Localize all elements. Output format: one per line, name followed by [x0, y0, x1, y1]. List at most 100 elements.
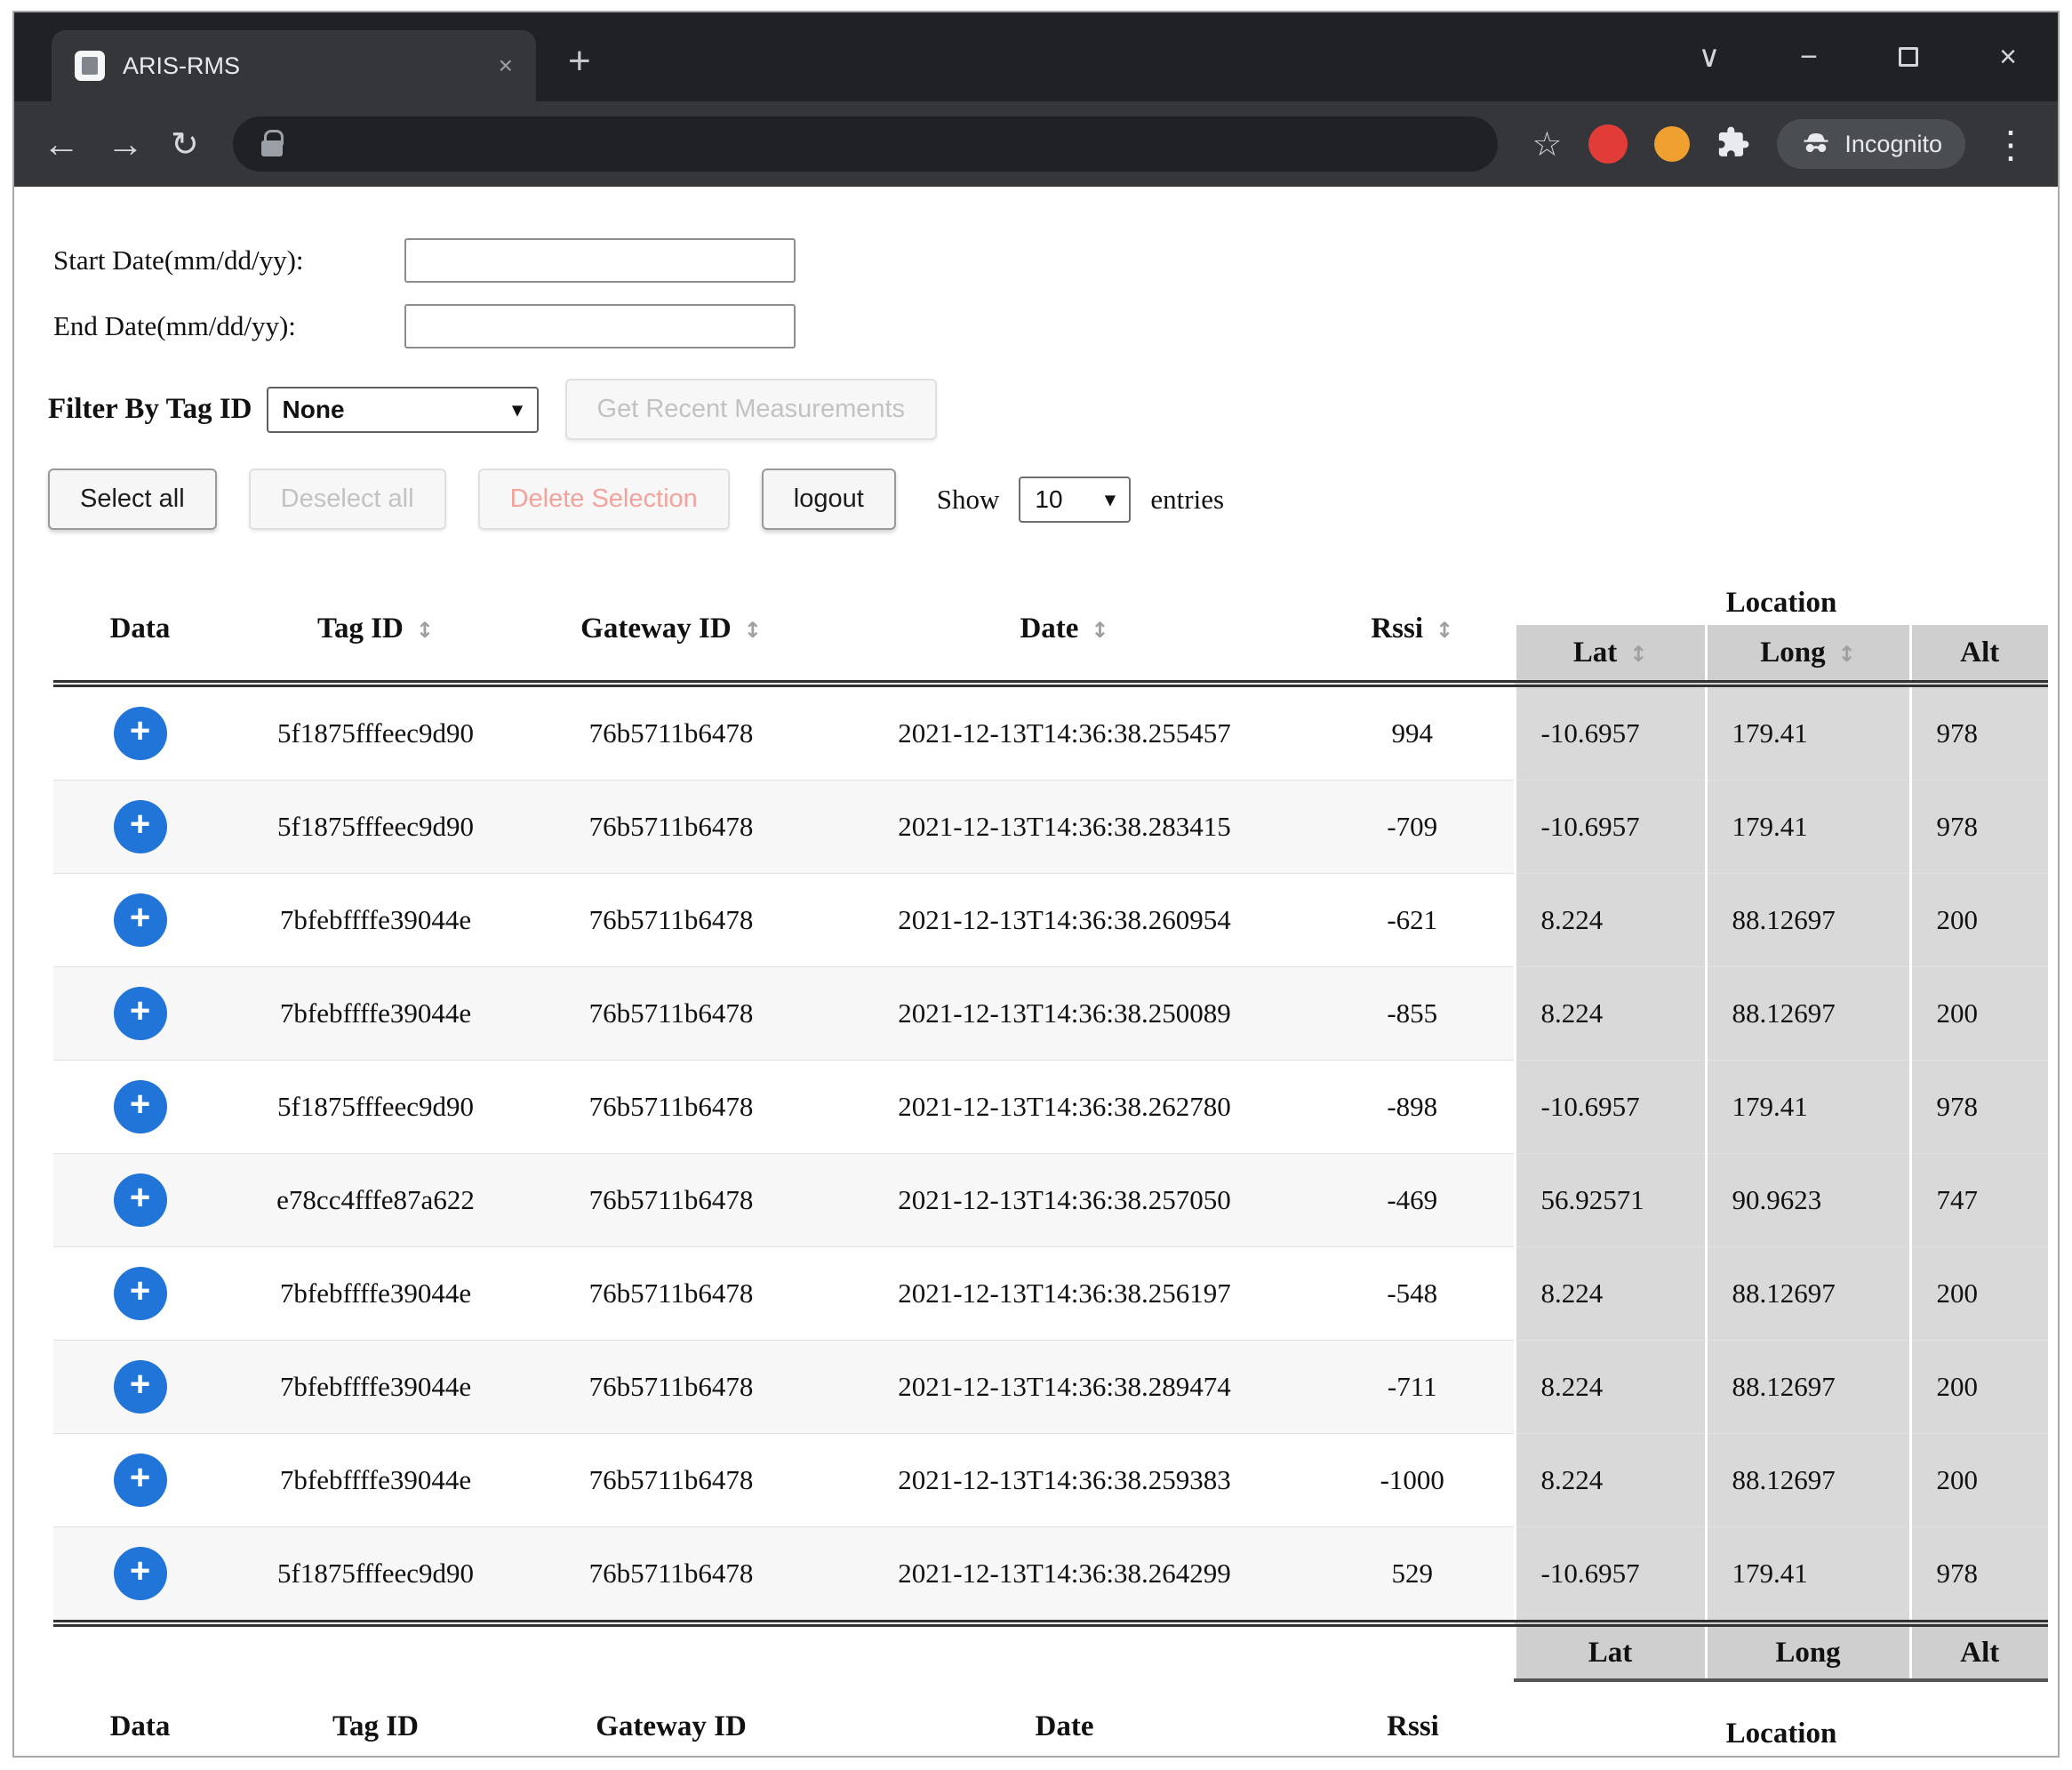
sort-icon[interactable]: ↕: [1629, 642, 1647, 667]
cell-alt: 978: [1910, 684, 2048, 781]
measurements-table: Data Tag ID↕ Gateway ID↕ Date↕ Rssi↕ Loc…: [53, 578, 2048, 1758]
cell-tag-id: 7bfebffffe39044e: [227, 967, 524, 1061]
get-recent-measurements-button[interactable]: Get Recent Measurements: [565, 379, 938, 440]
expand-row-button[interactable]: +: [114, 1454, 167, 1507]
cell-date: 2021-12-13T14:36:38.283415: [818, 781, 1311, 874]
column-header-date[interactable]: Date↕: [818, 578, 1311, 684]
cell-lat: 8.224: [1515, 1247, 1706, 1341]
cell-long: 90.9623: [1706, 1154, 1910, 1247]
cell-lat: -10.6957: [1515, 684, 1706, 781]
sort-icon[interactable]: ↕: [416, 618, 434, 643]
cell-long: 88.12697: [1706, 1247, 1910, 1341]
extension-icon-orange[interactable]: [1654, 126, 1690, 162]
cell-rssi: -855: [1311, 967, 1515, 1061]
sort-icon[interactable]: ↕: [1436, 618, 1453, 643]
expand-row-button[interactable]: +: [114, 1547, 167, 1600]
cell-alt: 200: [1910, 1341, 2048, 1434]
show-entries-group: Show 10 ▾ entries: [937, 477, 1224, 523]
table-row: + 7bfebffffe39044e 76b5711b6478 2021-12-…: [53, 1434, 2048, 1527]
cell-alt: 978: [1910, 781, 2048, 874]
browser-menu-icon[interactable]: ⋮: [1992, 123, 2029, 166]
start-date-input[interactable]: [404, 238, 796, 283]
expand-row-button[interactable]: +: [114, 893, 167, 947]
cell-tag-id: 7bfebffffe39044e: [227, 1434, 524, 1527]
browser-toolbar: ← → ↻ ☆ Incognito ⋮: [14, 101, 2058, 187]
browser-tab[interactable]: ARIS-RMS ×: [52, 30, 536, 101]
extensions-puzzle-icon[interactable]: [1716, 125, 1750, 164]
cell-data: +: [53, 1527, 227, 1624]
cell-long: 179.41: [1706, 781, 1910, 874]
cell-date: 2021-12-13T14:36:38.264299: [818, 1527, 1311, 1624]
column-header-tag-id[interactable]: Tag ID↕: [227, 578, 524, 684]
maximize-icon: [1899, 47, 1918, 67]
sort-icon[interactable]: ↕: [1091, 618, 1108, 643]
footer-header-lat: Lat: [1515, 1623, 1706, 1680]
chevron-down-icon: ▾: [512, 398, 522, 421]
cell-tag-id: 7bfebffffe39044e: [227, 1247, 524, 1341]
incognito-badge[interactable]: Incognito: [1777, 119, 1965, 169]
cell-lat: 8.224: [1515, 1341, 1706, 1434]
table-row: + 5f1875fffeec9d90 76b5711b6478 2021-12-…: [53, 1061, 2048, 1154]
end-date-input[interactable]: [404, 304, 796, 348]
expand-row-button[interactable]: +: [114, 707, 167, 760]
table-row: + 7bfebffffe39044e 76b5711b6478 2021-12-…: [53, 1247, 2048, 1341]
sort-icon[interactable]: ↕: [1838, 642, 1856, 667]
chevron-down-icon[interactable]: ∨: [1660, 12, 1759, 101]
column-header-long[interactable]: Long↕: [1706, 625, 1910, 684]
tag-filter-select[interactable]: None ▾: [267, 387, 539, 433]
cell-tag-id: 7bfebffffe39044e: [227, 1341, 524, 1434]
cell-lat: 8.224: [1515, 967, 1706, 1061]
close-button[interactable]: ×: [1958, 12, 2058, 101]
start-date-label: Start Date(mm/dd/yy):: [53, 244, 404, 276]
footer-header-data: Data: [53, 1680, 227, 1758]
select-all-button[interactable]: Select all: [48, 469, 217, 530]
expand-row-button[interactable]: +: [114, 1080, 167, 1133]
expand-row-button[interactable]: +: [114, 987, 167, 1040]
maximize-button[interactable]: [1859, 12, 1958, 101]
forward-icon[interactable]: →: [107, 123, 144, 165]
tab-title: ARIS-RMS: [123, 52, 481, 80]
cell-long: 88.12697: [1706, 874, 1910, 967]
tab-close-icon[interactable]: ×: [499, 52, 513, 80]
bookmark-star-icon[interactable]: ☆: [1532, 124, 1562, 164]
adblock-extension-icon[interactable]: [1588, 124, 1628, 164]
back-icon[interactable]: ←: [43, 123, 80, 165]
start-date-row: Start Date(mm/dd/yy):: [53, 238, 2022, 283]
cell-gateway-id: 76b5711b6478: [524, 684, 818, 781]
new-tab-button[interactable]: +: [568, 39, 591, 84]
expand-row-button[interactable]: +: [114, 800, 167, 853]
logout-button[interactable]: logout: [762, 469, 896, 530]
address-bar[interactable]: [233, 116, 1498, 172]
cell-alt: 978: [1910, 1061, 2048, 1154]
incognito-label: Incognito: [1844, 131, 1942, 158]
cell-rssi: 529: [1311, 1527, 1515, 1624]
cell-date: 2021-12-13T14:36:38.255457: [818, 684, 1311, 781]
expand-row-button[interactable]: +: [114, 1360, 167, 1414]
cell-tag-id: 5f1875fffeec9d90: [227, 1061, 524, 1154]
cell-long: 88.12697: [1706, 967, 1910, 1061]
column-group-location: Location: [1515, 578, 2048, 625]
cell-data: +: [53, 1247, 227, 1341]
expand-row-button[interactable]: +: [114, 1267, 167, 1320]
cell-tag-id: 5f1875fffeec9d90: [227, 684, 524, 781]
sort-icon[interactable]: ↕: [744, 618, 762, 643]
column-header-gateway-id[interactable]: Gateway ID↕: [524, 578, 818, 684]
column-header-rssi[interactable]: Rssi↕: [1311, 578, 1515, 684]
cell-gateway-id: 76b5711b6478: [524, 1527, 818, 1624]
cell-data: +: [53, 1061, 227, 1154]
measurements-table-body: + 5f1875fffeec9d90 76b5711b6478 2021-12-…: [53, 684, 2048, 1623]
cell-alt: 200: [1910, 1247, 2048, 1341]
delete-selection-button[interactable]: Delete Selection: [478, 469, 730, 530]
expand-row-button[interactable]: +: [114, 1173, 167, 1227]
minimize-button[interactable]: −: [1759, 12, 1859, 101]
incognito-icon: [1800, 125, 1832, 164]
reload-icon[interactable]: ↻: [171, 124, 199, 164]
cell-gateway-id: 76b5711b6478: [524, 781, 818, 874]
table-header: Data Tag ID↕ Gateway ID↕ Date↕ Rssi↕ Loc…: [53, 578, 2048, 684]
deselect-all-button[interactable]: Deselect all: [249, 469, 446, 530]
footer-spacer: [53, 1623, 1515, 1680]
cell-rssi: -709: [1311, 781, 1515, 874]
cell-tag-id: 7bfebffffe39044e: [227, 874, 524, 967]
page-size-select[interactable]: 10 ▾: [1019, 477, 1131, 523]
column-header-lat[interactable]: Lat↕: [1515, 625, 1706, 684]
